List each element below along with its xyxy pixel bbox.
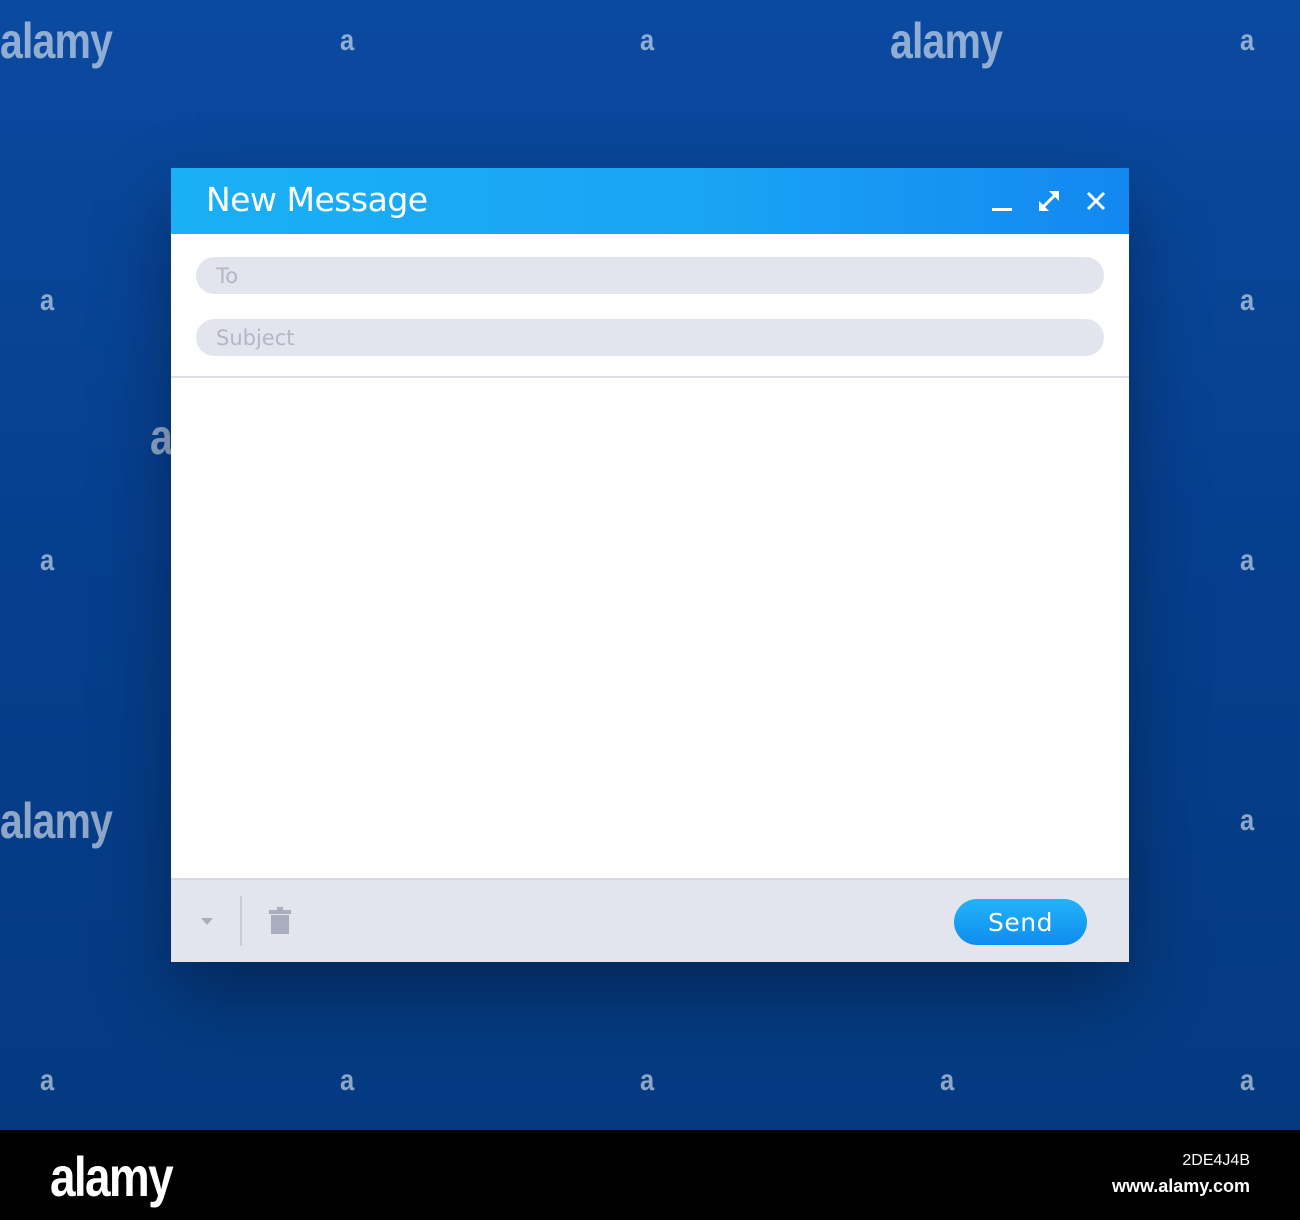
- watermark-mark: a: [640, 1064, 654, 1097]
- window-titlebar[interactable]: New Message: [171, 168, 1129, 234]
- expand-icon: [1039, 191, 1059, 211]
- watermark-logo: alamy: [0, 793, 113, 849]
- watermark-logo: alamy: [0, 13, 113, 69]
- stock-image-id: 2DE4J4B: [1182, 1152, 1250, 1169]
- maximize-button[interactable]: [1034, 186, 1064, 216]
- watermark-mark: a: [1240, 24, 1254, 57]
- close-icon: [1086, 191, 1106, 211]
- minimize-button[interactable]: [987, 186, 1017, 216]
- watermark-mark: a: [640, 24, 654, 57]
- watermark-mark: a: [1240, 284, 1254, 317]
- delete-button[interactable]: [268, 906, 292, 936]
- watermark-mark: a: [150, 409, 173, 465]
- watermark-mark: a: [1240, 804, 1254, 837]
- send-button[interactable]: Send: [954, 899, 1087, 945]
- trash-icon: [269, 907, 291, 934]
- to-input[interactable]: [196, 257, 1104, 294]
- watermark-mark: a: [40, 284, 54, 317]
- close-button[interactable]: [1081, 186, 1111, 216]
- watermark-mark: a: [940, 1064, 954, 1097]
- stock-logo: alamy: [50, 1145, 174, 1208]
- watermark-mark: a: [340, 1064, 354, 1097]
- compose-window: New Message To Subject Send: [171, 168, 1129, 962]
- watermark-logo: alamy: [890, 13, 1003, 69]
- watermark-mark: a: [1240, 1064, 1254, 1097]
- stock-footer: alamy 2DE4J4B www.alamy.com: [0, 1130, 1300, 1220]
- options-dropdown-button[interactable]: [197, 912, 217, 932]
- stock-url: www.alamy.com: [1111, 1176, 1250, 1196]
- compose-footer: Send: [171, 878, 1129, 962]
- watermark-mark: a: [1240, 544, 1254, 577]
- caret-down-icon: [201, 918, 213, 925]
- footer-divider: [240, 896, 242, 946]
- watermark-mark: a: [340, 24, 354, 57]
- minimize-icon: [992, 208, 1012, 211]
- watermark-mark: a: [40, 1064, 54, 1097]
- message-body-input[interactable]: [171, 378, 1129, 878]
- watermark-mark: a: [40, 544, 54, 577]
- window-title: New Message: [206, 180, 428, 219]
- subject-input[interactable]: [196, 319, 1104, 356]
